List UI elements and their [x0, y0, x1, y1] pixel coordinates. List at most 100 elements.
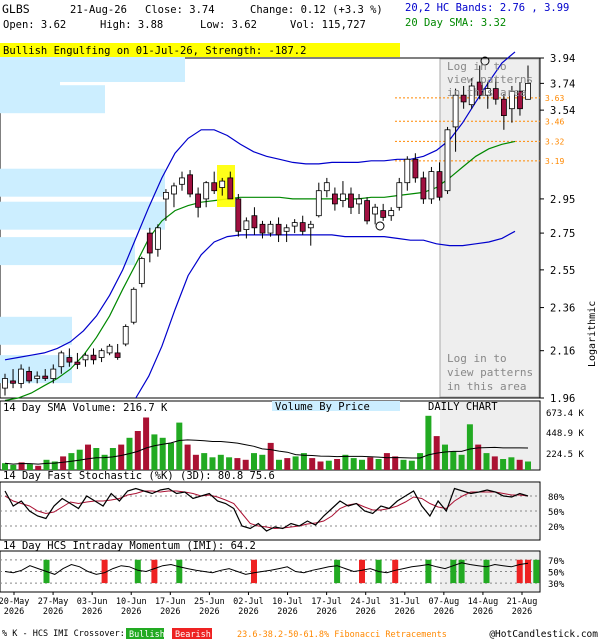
stock-chart: GLBS 21-Aug-26 Close: 3.74 Change: 0.12 (+3…	[0, 2, 598, 640]
candle-body	[195, 193, 202, 208]
candle-body	[154, 227, 161, 250]
candle	[235, 193, 242, 237]
imi-title: 14 Day HCS Intraday Momentum (IMI): 64.2	[3, 540, 256, 552]
login-text-bottom: in this area	[447, 380, 526, 393]
candle-body	[82, 354, 89, 361]
candle-body	[396, 182, 403, 208]
date-year-label: 2026	[434, 607, 454, 617]
candle-body	[219, 180, 226, 188]
candle-body	[380, 210, 387, 218]
candle-body	[267, 223, 274, 234]
date-label: 27-May	[38, 597, 69, 607]
candle-body	[275, 223, 282, 236]
volume-bar	[118, 444, 125, 470]
fib-label: 3.46	[545, 117, 564, 126]
vbp-bar	[0, 201, 165, 230]
price-tick-label: 2.95	[550, 194, 575, 206]
imi-signal-bar	[450, 559, 457, 584]
candle-body	[307, 223, 314, 229]
date-year-label: 2026	[160, 607, 180, 617]
date-year-label: 2026	[4, 607, 24, 617]
volume-bar	[242, 459, 249, 470]
date-year-label: 2026	[277, 607, 297, 617]
date-label: 07-Aug	[428, 597, 459, 607]
volume-label: Vol: 115,727	[290, 19, 366, 31]
volume-bar	[500, 459, 507, 470]
volume-bar	[516, 459, 523, 470]
candle-body	[331, 193, 338, 205]
fib-label: 3.32	[545, 137, 564, 146]
volume-bar	[508, 457, 515, 470]
high-label: High: 3.88	[100, 19, 163, 31]
candle-body	[106, 345, 113, 354]
date-label: 20-May	[0, 597, 29, 607]
imi-signal-bar	[359, 559, 365, 584]
volume-bar	[466, 424, 473, 470]
volume-bar	[309, 458, 316, 470]
date-label: 17-Jul	[311, 597, 342, 607]
stoch-tick-label: 50%	[548, 508, 565, 518]
volume-bar	[442, 444, 448, 470]
volume-bar	[251, 453, 257, 470]
volume-tick-label: 224.5 K	[546, 450, 585, 460]
date-label: 14-Aug	[468, 597, 499, 607]
open-label: Open: 3.62	[3, 19, 66, 31]
candle-body	[356, 198, 362, 205]
volume-bar	[234, 458, 241, 470]
close-label: Close: 3.74	[145, 4, 215, 16]
volume-bar	[450, 451, 457, 470]
date-label: 10-Jul	[272, 597, 303, 607]
volume-bar	[400, 459, 407, 470]
candle-body	[10, 380, 16, 384]
volume-tick-label: 673.4 K	[546, 409, 585, 419]
volume-bar	[151, 434, 158, 470]
candle-body	[227, 177, 234, 200]
volume-bar	[317, 461, 324, 470]
volume-bar	[491, 456, 498, 470]
login-text-top: in this area	[447, 86, 526, 99]
stoch-tick-label: 20%	[548, 523, 565, 533]
bearish-legend: Bearish	[175, 630, 211, 640]
candle	[444, 126, 451, 194]
candle-body	[428, 171, 435, 200]
candle-body	[283, 227, 290, 232]
date-year-label: 2026	[473, 607, 493, 617]
volume-bar	[383, 453, 390, 470]
volume-bar	[342, 454, 349, 470]
imi-signal-bar	[533, 559, 540, 584]
candle-body	[420, 177, 427, 200]
candle-body	[34, 375, 41, 379]
imi-signal-bar	[392, 559, 399, 584]
volume-bar	[367, 457, 374, 470]
volume-bar	[259, 454, 266, 470]
volume-bar	[201, 453, 208, 470]
vbp-bar	[0, 168, 165, 197]
candle-body	[339, 193, 346, 201]
candle-body	[162, 191, 169, 200]
candle-body	[388, 210, 395, 217]
volume-bar	[284, 458, 291, 470]
volume-bar	[217, 454, 224, 470]
date-label: 24-Jul	[350, 597, 381, 607]
volume-bar	[209, 457, 216, 470]
date-year-label: 2026	[43, 607, 63, 617]
candle-body	[130, 288, 137, 323]
candle-body	[243, 220, 250, 230]
fib-label: 3.19	[545, 157, 564, 166]
vbp-bar	[0, 316, 72, 345]
candle	[122, 324, 129, 347]
candle-body	[2, 378, 8, 389]
candle-body	[500, 98, 507, 116]
vbp-bar	[0, 237, 135, 266]
imi-signal-bar	[176, 559, 183, 584]
imi-signal-bar	[134, 559, 141, 584]
candle-body	[50, 368, 57, 380]
price-tick-label: 3.54	[550, 105, 575, 117]
volume-bar	[267, 442, 274, 470]
date-label: 31-Jul	[389, 597, 420, 607]
volume-bar	[276, 459, 282, 470]
candle	[138, 256, 145, 288]
candle-body	[452, 94, 459, 128]
date-label: 21-Aug-26	[70, 4, 127, 16]
price-tick-label: 2.16	[550, 346, 575, 358]
